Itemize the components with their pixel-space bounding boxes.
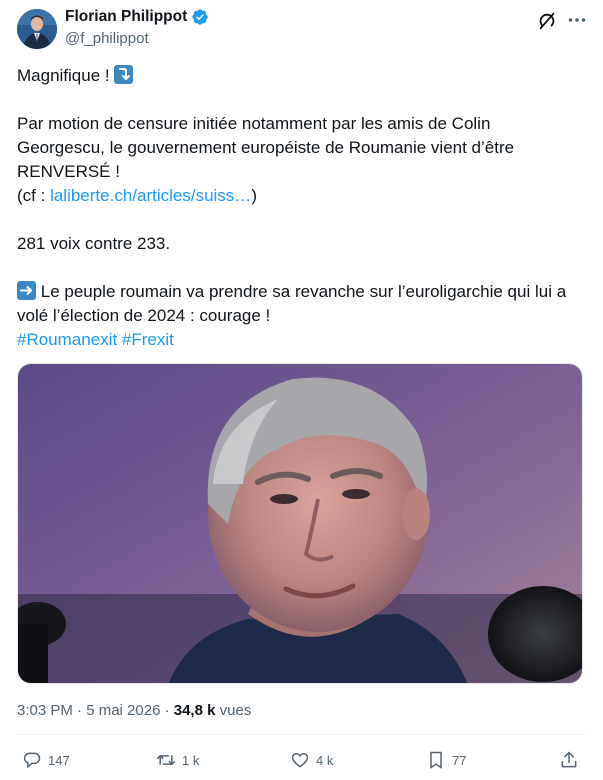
reply-icon: [23, 752, 41, 769]
source-link[interactable]: laliberte.ch/articles/suiss…: [50, 186, 251, 205]
author-handle[interactable]: @f_philippot: [65, 30, 149, 47]
author-name[interactable]: Florian Philippot: [65, 8, 187, 26]
hashtag-frexit[interactable]: #Frexit: [122, 330, 174, 349]
source-suffix: ): [251, 186, 257, 205]
hashtags: #Roumanexit #Frexit: [17, 328, 587, 352]
reply-button[interactable]: 147: [22, 750, 70, 770]
more-icon[interactable]: [565, 8, 589, 32]
timestamp[interactable]: 3:03 PM · 5 mai 2026 ·: [17, 702, 174, 719]
avatar[interactable]: [17, 9, 57, 49]
arrow-right-emoji: [17, 281, 36, 300]
tweet-text-line: Georgescu, le gouvernement européiste de…: [17, 138, 515, 157]
like-icon: [291, 752, 309, 768]
tweet-card: Florian Philippot @f_philippot Magnifiqu…: [0, 0, 603, 780]
divider: [17, 734, 587, 735]
tweet-paragraph-2: Le peuple roumain va prendre sa revanche…: [17, 280, 587, 352]
reply-count: 147: [48, 752, 70, 768]
like-count: 4 k: [316, 752, 334, 768]
tweet-meta: 3:03 PM · 5 mai 2026 · 34,8 k vues: [17, 702, 251, 719]
repost-count: 1 k: [182, 752, 200, 768]
grok-icon[interactable]: [536, 10, 558, 32]
tweet-text-line: RENVERSÉ !: [17, 162, 120, 181]
share-icon: [561, 751, 577, 768]
hashtag-roumanexit[interactable]: #Roumanexit: [17, 330, 117, 349]
tweet-text-line: Par motion de censure initiée notamment …: [17, 114, 491, 133]
tweet-votes: 281 voix contre 233.: [17, 234, 171, 253]
views-label: vues: [215, 702, 252, 719]
tweet-text: Le peuple roumain va prendre sa revanche…: [40, 282, 567, 301]
tweet-text-line: volé l’élection de 2024 : courage !: [17, 306, 271, 325]
repost-icon: [156, 755, 176, 765]
like-button[interactable]: 4 k: [290, 750, 333, 770]
repost-button[interactable]: 1 k: [156, 750, 199, 770]
tweet-paragraph-1: Par motion de censure initiée notamment …: [17, 112, 587, 208]
author-name-row[interactable]: Florian Philippot: [65, 8, 209, 26]
verified-icon: [191, 8, 209, 26]
tweet-intro: Magnifique !: [17, 66, 110, 85]
tweet-line-1: Magnifique !: [17, 64, 587, 88]
arrow-down-emoji: [114, 65, 134, 84]
bookmark-button[interactable]: 77: [426, 750, 466, 770]
bookmark-count: 77: [452, 752, 467, 768]
source-line: (cf : laliberte.ch/articles/suiss…): [17, 184, 587, 208]
tweet-photo[interactable]: [17, 363, 583, 684]
tweet-text-line: Le peuple roumain va prendre sa revanche…: [17, 280, 587, 304]
share-button[interactable]: [559, 750, 579, 770]
source-prefix: (cf :: [17, 186, 51, 205]
bookmark-icon: [430, 751, 442, 769]
views-count: 34,8 k: [173, 702, 216, 719]
